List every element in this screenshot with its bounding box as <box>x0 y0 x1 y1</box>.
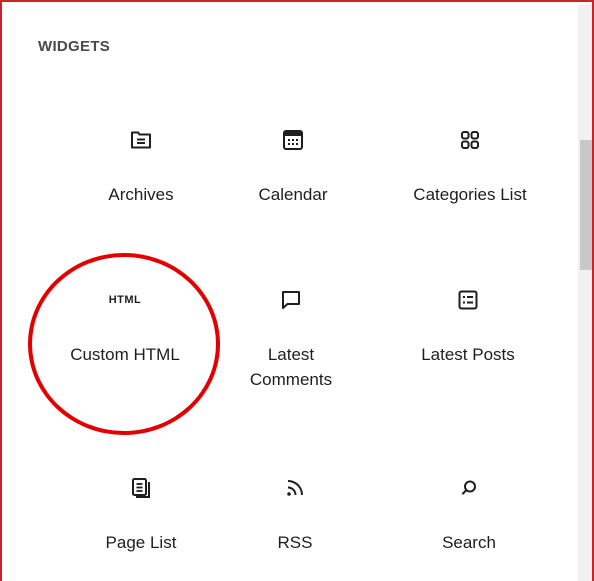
rss-icon <box>277 470 313 506</box>
archive-folder-icon <box>123 122 159 158</box>
widget-latest-comments[interactable]: Latest Comments <box>216 282 366 402</box>
widget-rss[interactable]: RSS <box>220 470 370 581</box>
widget-label: Page List <box>105 533 177 552</box>
widget-custom-html[interactable]: HTML Custom HTML <box>50 282 200 402</box>
widget-inserter-frame: WIDGETS Archives Calendar Categories Lis… <box>0 0 594 581</box>
widget-page-list[interactable]: Page List <box>66 470 216 581</box>
comment-bubble-icon <box>273 282 309 318</box>
widget-label: Categories List <box>413 185 527 204</box>
widget-label: Latest Posts <box>421 345 515 364</box>
section-title: WIDGETS <box>38 38 111 55</box>
widget-label: Custom HTML <box>70 345 180 364</box>
widget-label: RSS <box>277 533 313 552</box>
search-icon <box>451 470 487 506</box>
categories-grid-icon <box>452 122 488 158</box>
widget-calendar[interactable]: Calendar <box>218 122 368 242</box>
widget-label: Latest Comments <box>249 345 333 389</box>
calendar-icon <box>275 122 311 158</box>
widget-label: Archives <box>108 185 174 204</box>
page-list-icon <box>123 470 159 506</box>
widget-label: Calendar <box>258 185 328 204</box>
widget-archives[interactable]: Archives <box>66 122 216 242</box>
html-icon: HTML <box>108 294 142 306</box>
scrollbar-track[interactable] <box>578 4 592 581</box>
widget-latest-posts[interactable]: Latest Posts <box>393 282 543 402</box>
scrollbar-thumb[interactable] <box>580 140 592 270</box>
widget-search[interactable]: Search <box>394 470 544 581</box>
widgets-panel: WIDGETS Archives Calendar Categories Lis… <box>4 4 578 581</box>
widget-categories-list[interactable]: Categories List <box>395 122 545 242</box>
widget-label: Search <box>442 533 496 552</box>
post-list-icon <box>450 282 486 318</box>
